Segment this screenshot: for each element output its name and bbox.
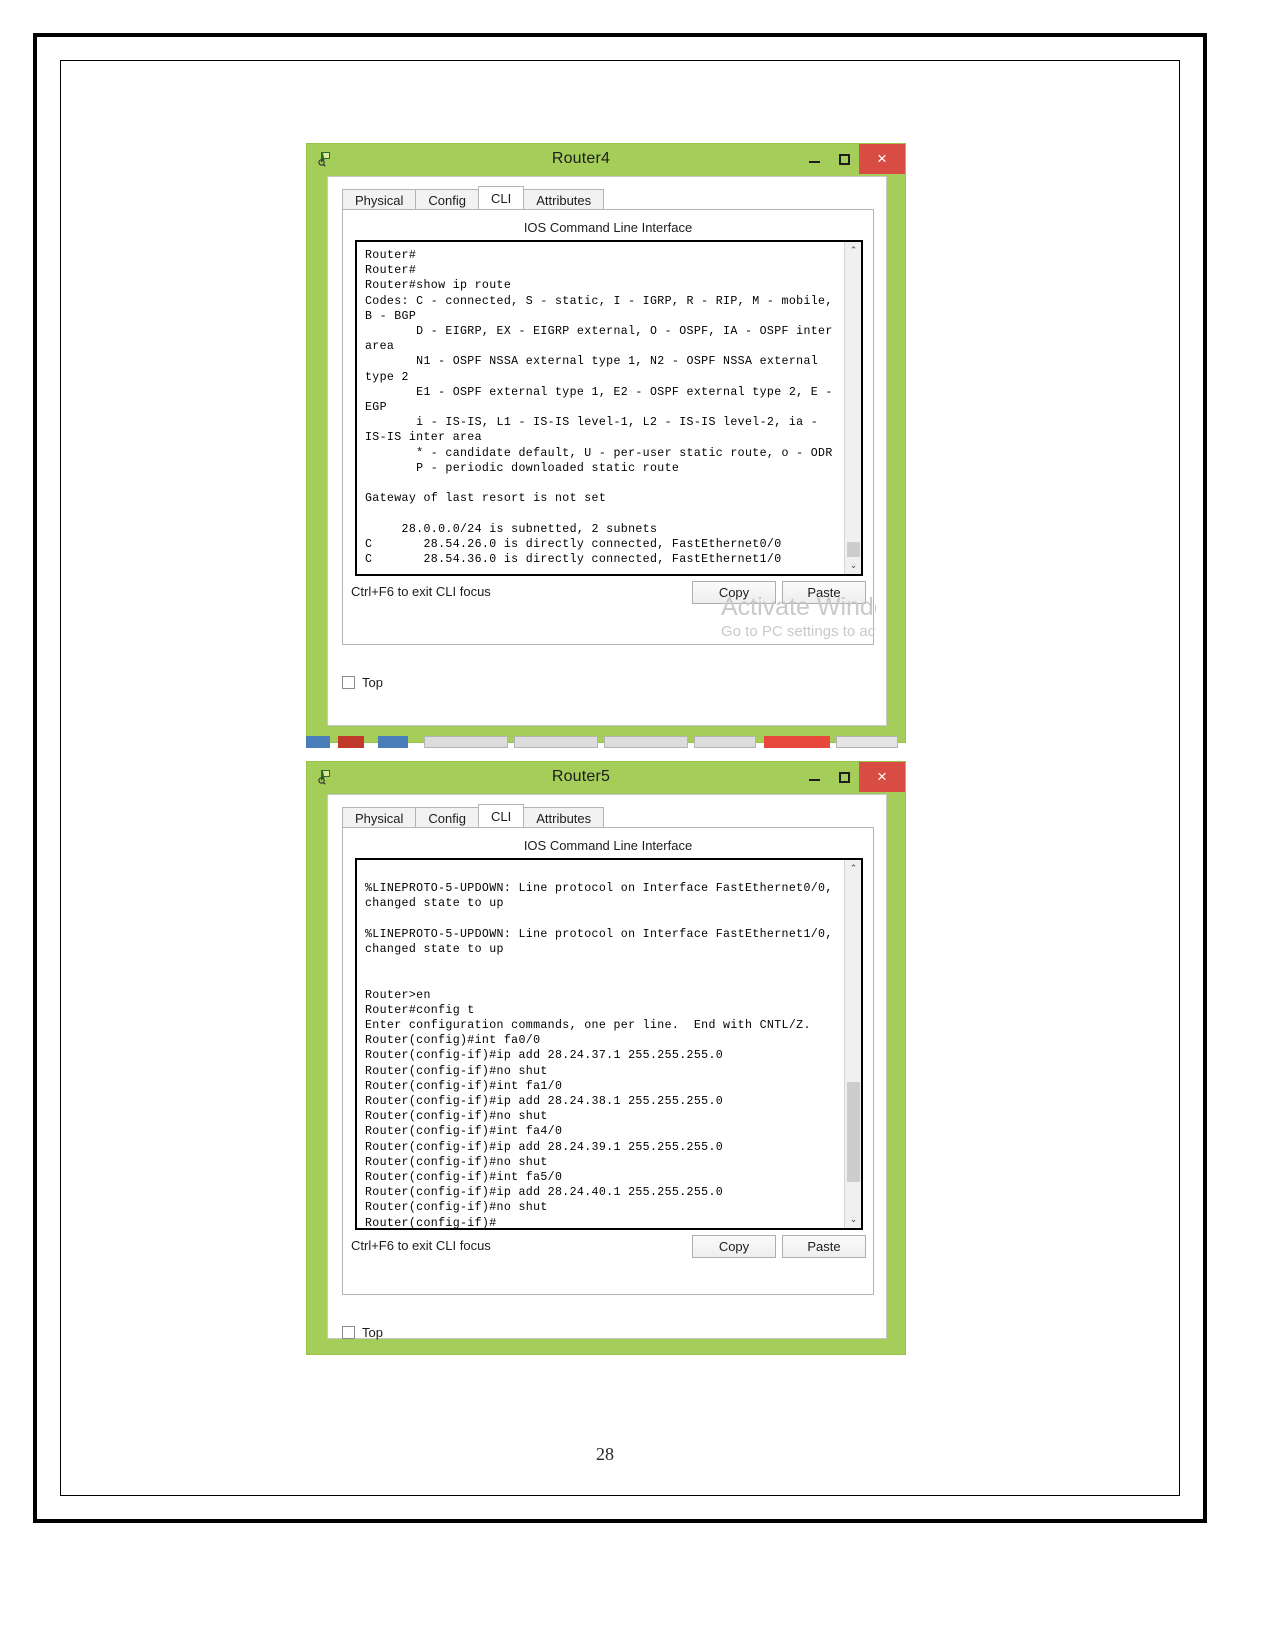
top-checkbox[interactable] [342, 676, 355, 689]
window-router5[interactable]: Router5 × Physical Config CLI Attributes… [306, 761, 906, 1355]
top-checkbox-label: Top [362, 675, 383, 690]
tab-config[interactable]: Config [415, 189, 479, 210]
top-checkbox-row-router5[interactable]: Top [342, 1325, 383, 1340]
titlebar-router5[interactable]: Router5 × [307, 762, 905, 792]
tab-cli[interactable]: CLI [478, 186, 525, 210]
scroll-thumb[interactable] [847, 1082, 860, 1182]
document-page: Router4 × Physical Config CLI Attributes… [0, 0, 1275, 1650]
page-number: 28 [596, 1444, 614, 1464]
copy-button[interactable]: Copy [692, 581, 776, 604]
tab-config[interactable]: Config [415, 807, 479, 828]
cli-focus-hint: Ctrl+F6 to exit CLI focus [351, 1238, 491, 1253]
tabstrip-router5[interactable]: Physical Config CLI Attributes [342, 804, 605, 828]
scroll-down-icon[interactable]: ⌄ [845, 1211, 861, 1228]
watermark-line-2: Go to PC settings to activa [721, 623, 876, 640]
cli-output-text: Router# Router# Router#show ip route Cod… [365, 249, 833, 567]
tab-cli[interactable]: CLI [478, 804, 525, 828]
terminal-scrollbar[interactable]: ⌃ ⌄ [844, 860, 861, 1228]
tab-physical[interactable]: Physical [342, 189, 417, 210]
close-button[interactable]: × [859, 144, 905, 174]
scroll-down-icon[interactable]: ⌄ [845, 557, 861, 574]
packet-tracer-icon [317, 149, 335, 167]
packet-tracer-icon [317, 767, 335, 785]
terminal-scrollbar[interactable]: ⌃ ⌄ [844, 242, 861, 574]
top-checkbox[interactable] [342, 1326, 355, 1339]
cli-terminal-router4[interactable]: Router# Router# Router#show ip route Cod… [355, 240, 863, 576]
paste-button[interactable]: Paste [782, 1235, 866, 1258]
cli-terminal-router5[interactable]: %LINEPROTO-5-UPDOWN: Line protocol on In… [355, 858, 863, 1230]
window-controls: × [799, 144, 905, 174]
top-checkbox-row-router4[interactable]: Top [342, 675, 383, 690]
tab-attributes[interactable]: Attributes [523, 807, 605, 828]
panel-heading: IOS Command Line Interface [523, 220, 693, 235]
cli-focus-hint: Ctrl+F6 to exit CLI focus [351, 584, 491, 599]
cli-output-text: %LINEPROTO-5-UPDOWN: Line protocol on In… [365, 882, 833, 1230]
tab-physical[interactable]: Physical [342, 807, 417, 828]
minimize-button[interactable] [799, 762, 829, 792]
close-button[interactable]: × [859, 762, 905, 792]
minimize-button[interactable] [799, 144, 829, 174]
cli-panel-router4: IOS Command Line Interface Router# Route… [342, 209, 876, 645]
copy-button[interactable]: Copy [692, 1235, 776, 1258]
panel-heading: IOS Command Line Interface [523, 838, 693, 853]
maximize-button[interactable] [829, 762, 859, 792]
top-checkbox-label: Top [362, 1325, 383, 1340]
tab-attributes[interactable]: Attributes [523, 189, 605, 210]
window-body-router5: Physical Config CLI Attributes IOS Comma… [327, 794, 887, 1340]
window-body-router4: Physical Config CLI Attributes IOS Comma… [327, 176, 887, 726]
paste-button[interactable]: Paste [782, 581, 866, 604]
background-app-strip [306, 736, 906, 748]
tabstrip-router4[interactable]: Physical Config CLI Attributes [342, 186, 605, 210]
cli-panel-router5: IOS Command Line Interface %LINEPROTO-5-… [342, 827, 874, 1295]
window-router4[interactable]: Router4 × Physical Config CLI Attributes… [306, 143, 906, 743]
window-controls: × [799, 762, 905, 792]
titlebar-router4[interactable]: Router4 × [307, 144, 905, 174]
scroll-up-icon[interactable]: ⌃ [845, 242, 861, 259]
scroll-up-icon[interactable]: ⌃ [845, 860, 861, 877]
maximize-button[interactable] [829, 144, 859, 174]
